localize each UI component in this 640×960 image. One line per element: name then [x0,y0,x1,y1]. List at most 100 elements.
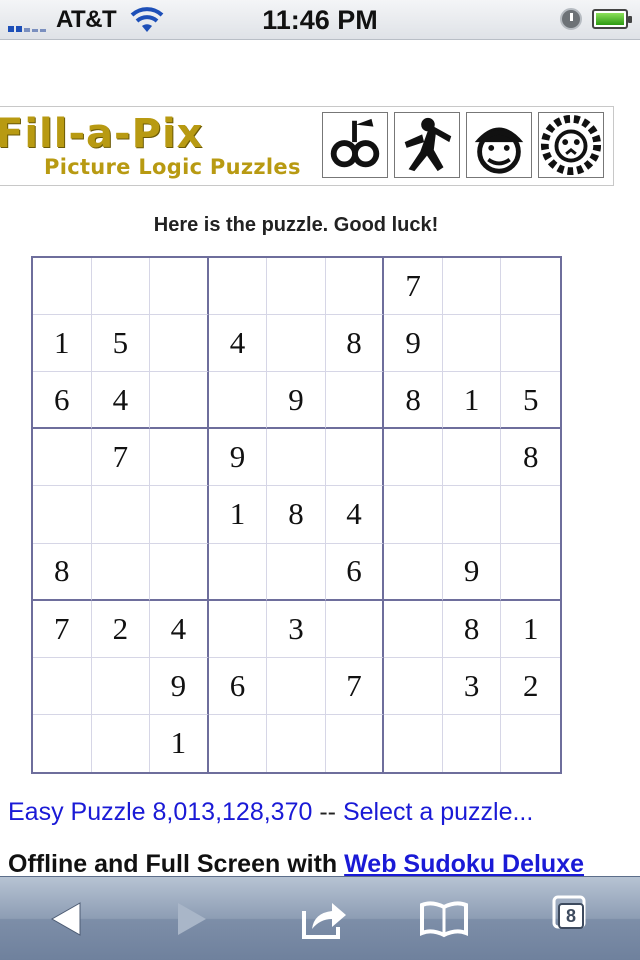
sudoku-cell[interactable] [91,543,151,601]
sudoku-cell[interactable] [92,714,151,772]
sudoku-cell: 7 [33,600,92,658]
sudoku-cell[interactable] [91,258,151,316]
puzzle-level-label: Easy Puzzle 8,013,128,370 [8,798,313,826]
sudoku-cell: 7 [384,258,443,316]
sudoku-cell[interactable] [150,429,209,487]
sudoku-cell: 8 [384,372,443,430]
sudoku-cell[interactable] [384,657,443,715]
sudoku-cell[interactable] [33,258,92,316]
bookmarks-book-icon [420,901,468,938]
sudoku-cell[interactable] [150,372,209,430]
sudoku-cell[interactable] [442,486,502,544]
puzzle-info: Easy Puzzle 8,013,128,370 -- Select a pu… [8,798,533,827]
status-bar: AT&T 11:46 PM [0,0,640,40]
sudoku-cell: 8 [442,600,502,658]
promo-line: Offline and Full Screen with Web Sudoku … [8,850,584,879]
sudoku-cell: 1 [208,486,268,544]
sudoku-cell: 7 [325,657,385,715]
sudoku-cell[interactable] [150,486,209,544]
sudoku-cell: 6 [325,543,385,601]
sudoku-cell: 8 [33,543,92,601]
sudoku-cell: 8 [325,315,385,373]
back-button[interactable] [34,891,98,947]
sudoku-cell[interactable] [384,543,443,601]
battery-icon [592,9,632,29]
sudoku-cell[interactable] [267,258,326,316]
sudoku-cell[interactable] [325,372,385,430]
banner-thumbnails [322,112,604,178]
sudoku-cell: 9 [442,543,502,601]
tab-count-badge: 8 [558,903,584,929]
sudoku-cell[interactable] [150,258,209,316]
puzzle-separator: -- [312,798,343,826]
sudoku-cell[interactable] [267,315,326,373]
sudoku-cell[interactable] [443,714,502,772]
sudoku-cell[interactable] [267,657,326,715]
sudoku-cell[interactable] [33,429,92,487]
sudoku-cell[interactable] [91,657,151,715]
sudoku-cell[interactable] [325,600,385,658]
sudoku-grid: 715489649815798184869724381967321 [31,256,562,774]
sudoku-cell[interactable] [442,258,502,316]
share-button[interactable] [292,891,356,947]
sudoku-cell[interactable] [384,429,443,487]
sudoku-cell[interactable] [267,429,326,487]
puzzle-thumb-fruit [322,112,388,178]
sudoku-cell: 9 [208,429,268,487]
sudoku-cell: 1 [442,372,502,430]
sudoku-cell[interactable] [91,486,151,544]
share-icon [302,903,346,939]
sudoku-cell: 4 [150,600,209,658]
sudoku-cell[interactable] [501,486,560,544]
puzzle-intro-text: Here is the puzzle. Good luck! [153,214,439,236]
forward-arrow-icon [178,903,206,935]
sudoku-cell[interactable] [384,600,443,658]
web-sudoku-deluxe-link[interactable]: Web Sudoku Deluxe [344,850,584,878]
sudoku-cell[interactable] [209,714,268,772]
sudoku-cell[interactable] [501,544,560,601]
sudoku-cell[interactable] [384,714,443,772]
sudoku-cell[interactable] [326,714,385,772]
tabs-button[interactable]: 8 [540,891,604,947]
bookmarks-button[interactable] [412,891,476,947]
sudoku-cell[interactable] [384,486,443,544]
sudoku-cell[interactable] [501,315,560,373]
sudoku-cell[interactable] [267,714,326,772]
sudoku-cell[interactable] [501,258,560,316]
sudoku-cell[interactable] [501,715,560,772]
status-time: 11:46 PM [262,5,378,35]
puzzle-thumb-figure [394,112,460,178]
sudoku-cell[interactable] [208,258,268,316]
puzzle-thumb-face [466,112,532,178]
browser-toolbar: 8 [0,876,640,960]
sudoku-cell: 3 [267,600,326,658]
sudoku-cell: 9 [267,372,326,430]
sudoku-cell: 3 [442,657,502,715]
sudoku-cell[interactable] [33,657,92,715]
sudoku-cell[interactable] [325,429,385,487]
sudoku-cell: 1 [33,315,92,373]
sudoku-cell[interactable] [442,429,502,487]
sudoku-cell[interactable] [150,543,209,601]
sudoku-cell: 8 [501,429,560,487]
select-puzzle-link[interactable]: Select a puzzle... [343,798,533,826]
sudoku-cell[interactable] [208,543,268,601]
sudoku-cell[interactable] [208,600,268,658]
promo-text: Offline and Full Screen with [8,850,345,878]
fill-a-pix-banner[interactable]: Fill-a-Pix Picture Logic Puzzles [0,106,614,186]
banner-logo-subtitle: Picture Logic Puzzles [44,155,301,179]
sudoku-cell[interactable] [325,258,385,316]
sudoku-cell: 2 [501,658,560,715]
banner-logo-title: Fill-a-Pix [0,111,204,157]
sudoku-cell[interactable] [150,315,209,373]
sudoku-cell[interactable] [267,543,326,601]
sudoku-cell[interactable] [442,315,502,373]
alarm-clock-icon [560,8,582,30]
sudoku-cell[interactable] [33,714,92,772]
sudoku-cell[interactable] [208,372,268,430]
sudoku-cell: 5 [501,372,560,430]
back-arrow-icon [50,902,81,936]
forward-button[interactable] [160,891,224,947]
sudoku-cell: 4 [91,372,151,430]
sudoku-cell[interactable] [33,486,92,544]
